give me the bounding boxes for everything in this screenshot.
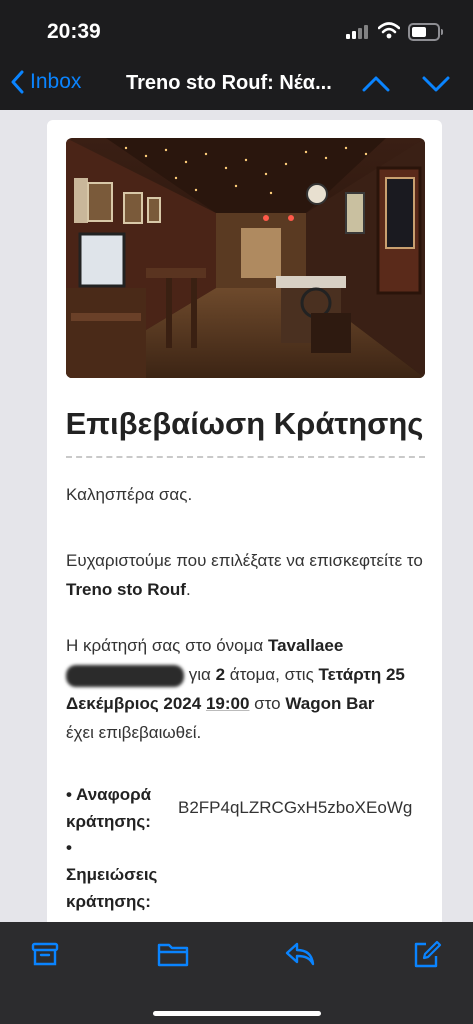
page-title: Επιβεβαίωση Κράτησης <box>65 406 424 441</box>
party-size: 2 <box>215 665 226 684</box>
battery-icon <box>408 23 443 41</box>
reply-icon[interactable] <box>284 940 316 968</box>
compose-icon[interactable] <box>412 940 442 970</box>
back-label: Inbox <box>30 70 82 93</box>
persons-text: άτομα, στις <box>225 665 319 684</box>
restaurant-interior-image <box>66 138 425 378</box>
back-to-inbox-button[interactable]: Inbox <box>10 70 81 94</box>
location-name: Wagon Bar <box>285 694 375 713</box>
email-subject-title: Treno sto Rouf: Νέα... <box>126 72 332 94</box>
venue-name: Treno sto Rouf <box>66 580 186 599</box>
thanks-suffix-text: . <box>185 580 191 599</box>
reservation-time[interactable]: 19:00 <box>206 694 249 713</box>
cellular-signal-icon <box>346 25 370 39</box>
email-card: Επιβεβαίωση Κράτησης Καλησπέρα σας. Ευχα… <box>47 120 442 922</box>
thanks-paragraph: Ευχαριστούμε που επιλέξατε να επισκεφτεί… <box>66 546 431 604</box>
for-text: για <box>184 665 216 684</box>
confirmed-text: έχει επιβεβαιωθεί. <box>66 723 202 742</box>
chevron-left-icon <box>11 70 24 94</box>
bottom-toolbar <box>0 922 473 1024</box>
email-content-area[interactable]: Επιβεβαίωση Κράτησης Καλησπέρα σας. Ευχα… <box>0 110 473 922</box>
notes-label: • Σημειώσεις κράτησης: <box>66 838 158 911</box>
status-time: 20:39 <box>47 20 101 43</box>
folder-icon[interactable] <box>157 940 189 968</box>
heading-divider <box>66 456 425 458</box>
reference-label: • Αναφορά κράτησης: <box>66 785 152 831</box>
chevron-up-icon[interactable] <box>361 72 391 96</box>
wifi-icon <box>378 22 400 39</box>
guest-name: Tavallaee <box>267 636 344 655</box>
booking-prefix-text: Η κράτησή σας στο όνομα <box>66 636 268 655</box>
home-indicator[interactable] <box>153 1011 321 1016</box>
thanks-prefix-text: Ευχαριστούμε που επιλέξατε να επισκεφτεί… <box>66 551 423 570</box>
mail-nav-bar: Inbox Treno sto Rouf: Νέα... <box>0 60 473 110</box>
chevron-down-icon[interactable] <box>421 72 451 96</box>
status-bar: 20:39 <box>0 0 473 60</box>
redacted-name-block <box>66 664 184 687</box>
booking-paragraph: Η κράτησή σας στο όνομα Tavallaee για 2 … <box>66 631 431 747</box>
at-text: στο <box>249 694 286 713</box>
reference-value: B2FP4qLZRCGxH5zboXEoWg <box>178 798 413 817</box>
greeting-text: Καλησπέρα σας. <box>66 485 193 504</box>
archive-icon[interactable] <box>31 940 59 968</box>
